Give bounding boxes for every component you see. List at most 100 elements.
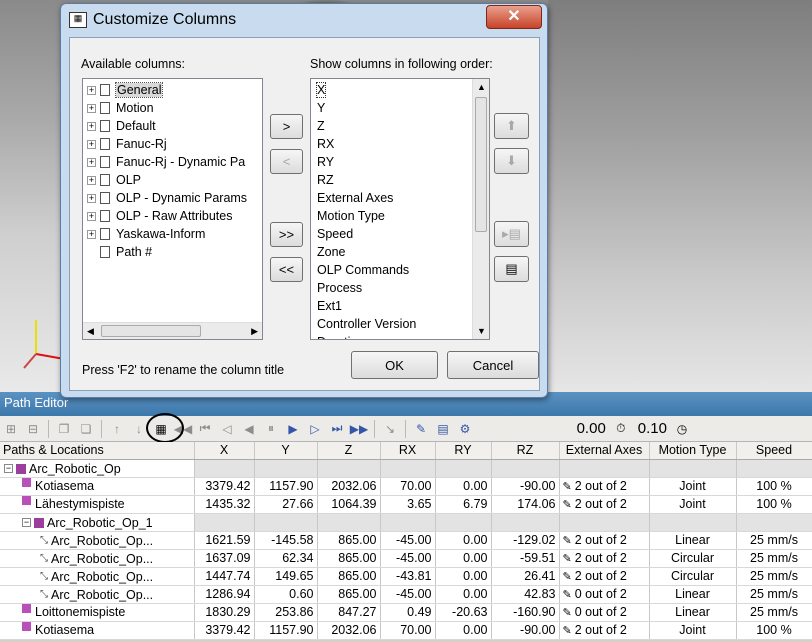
cell-z[interactable]: 2032.06: [317, 477, 381, 496]
cell-y[interactable]: 253.86: [254, 603, 318, 622]
cell-name[interactable]: ⤡ Arc_Robotic_Op...: [0, 567, 195, 586]
clock-icon[interactable]: ◷: [672, 419, 692, 439]
step-back-icon[interactable]: ◁: [217, 419, 237, 439]
ordered-column-item[interactable]: Controller Version: [311, 315, 472, 333]
table-row[interactable]: − Arc_Robotic_Op_1: [0, 513, 812, 532]
cell-z[interactable]: 865.00: [317, 585, 381, 604]
available-column-group[interactable]: Path #: [83, 243, 262, 261]
cell-rz[interactable]: [491, 459, 560, 478]
cell-ext[interactable]: ✎ 2 out of 2: [559, 621, 650, 640]
cell-name[interactable]: Kotiasema: [0, 477, 195, 496]
move-up-icon[interactable]: ↑: [107, 419, 127, 439]
cell-x[interactable]: 1435.32: [194, 495, 255, 514]
cell-y[interactable]: -145.58: [254, 531, 318, 550]
scroll-up-icon[interactable]: ▲: [477, 82, 486, 92]
cell-ext[interactable]: [559, 459, 650, 478]
ordered-column-item[interactable]: Duration: [311, 333, 472, 339]
cell-rz[interactable]: -160.90: [491, 603, 560, 622]
table-row[interactable]: ⤡ Arc_Robotic_Op... 1447.74 149.65 865.00 -43…: [0, 567, 812, 586]
ordered-column-item[interactable]: Motion Type: [311, 207, 472, 225]
tree-collapse-icon[interactable]: ⊞: [1, 419, 21, 439]
copy-icon[interactable]: ❐: [54, 419, 74, 439]
cell-rx[interactable]: -43.81: [380, 567, 436, 586]
horizontal-scrollbar[interactable]: ◀ ▶: [83, 322, 262, 339]
expand-icon[interactable]: +: [87, 139, 96, 149]
col-header[interactable]: Y: [254, 442, 318, 460]
scroll-right-icon[interactable]: ▶: [251, 326, 258, 337]
cell-rx[interactable]: 3.65: [380, 495, 436, 514]
ordered-column-item[interactable]: X: [311, 81, 472, 99]
available-column-group[interactable]: + OLP - Dynamic Params: [83, 189, 262, 207]
cell-z[interactable]: 847.27: [317, 603, 381, 622]
cell-y[interactable]: 149.65: [254, 567, 318, 586]
cell-name[interactable]: − Arc_Robotic_Op_1: [0, 513, 195, 532]
cell-speed[interactable]: 100 %: [736, 495, 812, 514]
cell-ext[interactable]: ✎ 0 out of 2: [559, 585, 650, 604]
cell-y[interactable]: 0.60: [254, 585, 318, 604]
ordered-column-item[interactable]: Ext1: [311, 297, 472, 315]
cell-rx[interactable]: 70.00: [380, 477, 436, 496]
col-header[interactable]: RZ: [491, 442, 560, 460]
cell-speed[interactable]: 100 %: [736, 477, 812, 496]
cell-rz[interactable]: 26.41: [491, 567, 560, 586]
teach-icon[interactable]: ↘: [380, 419, 400, 439]
move-up-button[interactable]: ⬆: [494, 113, 529, 139]
cell-z[interactable]: 1064.39: [317, 495, 381, 514]
available-column-group[interactable]: + Default: [83, 117, 262, 135]
cell-ry[interactable]: -20.63: [435, 603, 492, 622]
step-forward-icon[interactable]: ▷: [305, 419, 325, 439]
cell-ext[interactable]: ✎ 2 out of 2: [559, 477, 650, 496]
cell-rz[interactable]: 42.83: [491, 585, 560, 604]
table-row[interactable]: ⤡ Arc_Robotic_Op... 1286.94 0.60 865.00 -45.0…: [0, 585, 812, 604]
cell-ry[interactable]: [435, 459, 492, 478]
cell-z[interactable]: 865.00: [317, 531, 381, 550]
cell-ry[interactable]: 0.00: [435, 567, 492, 586]
cell-y[interactable]: 1157.90: [254, 477, 318, 496]
cell-speed[interactable]: 25 mm/s: [736, 603, 812, 622]
pause-icon[interactable]: ⏸: [261, 419, 281, 439]
play-back-icon[interactable]: ◀: [239, 419, 259, 439]
cell-speed[interactable]: [736, 513, 812, 532]
col-header[interactable]: External Axes: [559, 442, 650, 460]
col-header[interactable]: X: [194, 442, 255, 460]
cell-name[interactable]: − Arc_Robotic_Op: [0, 459, 195, 478]
cell-speed[interactable]: 25 mm/s: [736, 585, 812, 604]
ordered-column-item[interactable]: Y: [311, 99, 472, 117]
cell-ext[interactable]: ✎ 0 out of 2: [559, 603, 650, 622]
cell-z[interactable]: 865.00: [317, 549, 381, 568]
ordered-column-item[interactable]: OLP Commands: [311, 261, 472, 279]
column-order-list[interactable]: X Y Z RX RY RZ External Axes Motion Type Speed Zo…: [310, 78, 490, 340]
cell-speed[interactable]: 100 %: [736, 621, 812, 640]
expand-icon[interactable]: +: [87, 85, 96, 95]
available-column-group[interactable]: + Yaskawa-Inform: [83, 225, 262, 243]
cell-speed[interactable]: 25 mm/s: [736, 549, 812, 568]
step-size-icon[interactable]: ⏱: [611, 419, 631, 439]
cell-rz[interactable]: -90.00: [491, 477, 560, 496]
cell-rx[interactable]: -45.00: [380, 549, 436, 568]
cell-ry[interactable]: 0.00: [435, 621, 492, 640]
collapse-icon[interactable]: −: [22, 518, 31, 528]
available-column-group[interactable]: + General: [83, 81, 262, 99]
cell-ry[interactable]: 0.00: [435, 585, 492, 604]
cell-motion[interactable]: Circular: [649, 549, 737, 568]
add-column-button[interactable]: >: [270, 114, 303, 139]
ordered-column-item[interactable]: Speed: [311, 225, 472, 243]
available-column-group[interactable]: + Fanuc-Rj - Dynamic Pa: [83, 153, 262, 171]
ordered-column-item[interactable]: Process: [311, 279, 472, 297]
tree-expand-icon[interactable]: ⊟: [23, 419, 43, 439]
cell-y[interactable]: [254, 459, 318, 478]
cell-name[interactable]: ⤡ Arc_Robotic_Op...: [0, 585, 195, 604]
col-header[interactable]: Speed: [736, 442, 812, 460]
expand-icon[interactable]: +: [87, 121, 96, 131]
cell-ry[interactable]: [435, 513, 492, 532]
cell-rx[interactable]: 0.49: [380, 603, 436, 622]
cell-motion[interactable]: Joint: [649, 495, 737, 514]
cancel-button[interactable]: Cancel: [447, 351, 539, 379]
cell-z[interactable]: [317, 459, 381, 478]
expand-icon[interactable]: +: [87, 103, 96, 113]
cell-rz[interactable]: -59.51: [491, 549, 560, 568]
expand-icon[interactable]: +: [87, 193, 96, 203]
cell-motion[interactable]: Joint: [649, 477, 737, 496]
ordered-column-item[interactable]: Zone: [311, 243, 472, 261]
edit-icon[interactable]: ✎: [411, 419, 431, 439]
